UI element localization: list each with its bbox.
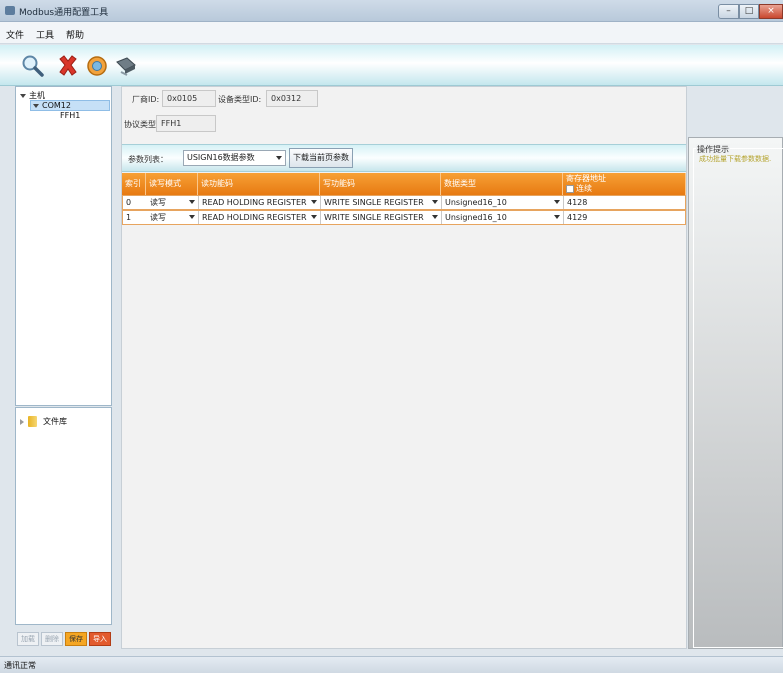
app-window: Modbus通用配置工具 – □ × 文件 工具 帮助 主机 COM12 FFH… (0, 0, 783, 673)
minimize-button[interactable]: – (718, 4, 739, 19)
dropdown-arrow-icon (276, 156, 282, 160)
menu-help[interactable]: 帮助 (66, 28, 84, 41)
protocol-type-label: 协议类型: (124, 120, 159, 129)
table-row[interactable]: 0 读写 READ HOLDING REGISTER WRITE SINGLE … (122, 195, 686, 210)
tree-node-protocol[interactable]: FFH1 (60, 111, 80, 120)
continuous-checkbox-wrap[interactable]: 连续 (566, 184, 685, 194)
cell-mode-value: 读写 (150, 213, 166, 222)
param-list-label: 参数列表： (128, 155, 168, 164)
cell-read-select[interactable]: READ HOLDING REGISTER (199, 196, 321, 209)
delete-icon[interactable] (55, 53, 81, 79)
download-page-button[interactable]: 下载当前页参数 (289, 148, 353, 168)
menu-bar: 文件 工具 帮助 (0, 22, 783, 44)
cell-read-value: READ HOLDING REGISTER (202, 198, 307, 207)
toolbar (0, 45, 783, 86)
import-button[interactable]: 导入 (89, 632, 111, 646)
cell-write-select[interactable]: WRITE SINGLE REGISTER (321, 196, 442, 209)
save-button[interactable]: 保存 (65, 632, 87, 646)
table-row[interactable]: 1 读写 READ HOLDING REGISTER WRITE SINGLE … (122, 210, 686, 225)
file-library-panel: 文件库 (15, 407, 112, 625)
param-list-select[interactable]: USIGN16数据参数 (183, 150, 286, 166)
remove-button[interactable]: 删除 (41, 632, 63, 646)
menu-file[interactable]: 文件 (6, 28, 24, 41)
cell-address[interactable]: 4128 (564, 196, 685, 209)
device-tree-panel: 主机 COM12 FFH1 (15, 86, 112, 406)
title-bar: Modbus通用配置工具 – □ × (0, 0, 783, 22)
cell-mode-select[interactable]: 读写 (147, 211, 199, 224)
status-bar: 通讯正常 (0, 656, 783, 673)
cell-type-value: Unsigned16_10 (445, 213, 507, 222)
hint-panel: 操作提示 成功批量下载参数数据. (688, 137, 783, 649)
search-icon[interactable] (20, 53, 46, 79)
col-header-index[interactable]: 索引 (122, 173, 146, 195)
dropdown-arrow-icon (432, 200, 438, 204)
hint-frame (693, 148, 783, 648)
cell-mode-value: 读写 (150, 198, 166, 207)
continuous-label: 连续 (576, 184, 592, 193)
status-text: 通讯正常 (4, 661, 36, 670)
cell-address[interactable]: 4129 (564, 211, 685, 224)
dropdown-arrow-icon (554, 215, 560, 219)
hint-message: 成功批量下载参数数据. (699, 155, 772, 163)
load-button[interactable]: 加载 (17, 632, 39, 646)
cell-type-select[interactable]: Unsigned16_10 (442, 211, 564, 224)
device-type-label: 设备类型ID: (218, 95, 262, 104)
download-icon[interactable] (113, 53, 139, 79)
expand-arrow-icon[interactable] (20, 93, 26, 98)
cell-write-value: WRITE SINGLE REGISTER (324, 213, 424, 222)
maximize-button[interactable]: □ (739, 4, 759, 19)
app-icon (5, 6, 15, 15)
cell-write-select[interactable]: WRITE SINGLE REGISTER (321, 211, 442, 224)
connect-icon[interactable] (84, 53, 110, 79)
dropdown-arrow-icon (432, 215, 438, 219)
dropdown-arrow-icon (189, 215, 195, 219)
dropdown-arrow-icon (554, 200, 560, 204)
dropdown-arrow-icon (189, 200, 195, 204)
library-label: 文件库 (43, 417, 67, 426)
window-title: Modbus通用配置工具 (19, 8, 109, 18)
library-node[interactable]: 文件库 (20, 416, 67, 427)
menu-tools[interactable]: 工具 (36, 28, 54, 41)
folder-icon (28, 416, 37, 427)
cell-read-select[interactable]: READ HOLDING REGISTER (199, 211, 321, 224)
cell-type-value: Unsigned16_10 (445, 198, 507, 207)
cell-index[interactable]: 0 (123, 196, 147, 209)
cell-write-value: WRITE SINGLE REGISTER (324, 198, 424, 207)
col-header-type[interactable]: 数据类型 (441, 173, 563, 195)
dropdown-arrow-icon (311, 215, 317, 219)
dropdown-arrow-icon (311, 200, 317, 204)
col-header-mode[interactable]: 读写模式 (146, 173, 198, 195)
expand-arrow-icon[interactable] (33, 103, 39, 108)
col-header-address[interactable]: 寄存器地址 连续 (563, 173, 686, 195)
tree-node-port-label: COM12 (42, 101, 71, 110)
col-header-write[interactable]: 写功能码 (320, 173, 441, 195)
close-button[interactable]: × (759, 4, 783, 19)
cell-index[interactable]: 1 (123, 211, 147, 224)
device-type-field: 0x0312 (266, 90, 318, 107)
col-header-address-label: 寄存器地址 (566, 174, 606, 183)
vendor-id-field: 0x0105 (162, 90, 216, 107)
cell-type-select[interactable]: Unsigned16_10 (442, 196, 564, 209)
tree-node-port[interactable]: COM12 (30, 100, 110, 111)
tree-node-host-label: 主机 (29, 91, 45, 100)
vendor-id-label: 厂商ID: (132, 95, 160, 104)
param-bar: 参数列表： USIGN16数据参数 下载当前页参数 (122, 144, 686, 172)
cell-read-value: READ HOLDING REGISTER (202, 213, 307, 222)
col-header-read[interactable]: 读功能码 (198, 173, 320, 195)
main-panel: 厂商ID: 0x0105 设备类型ID: 0x0312 协议类型: FFH1 参… (121, 86, 687, 649)
continuous-checkbox[interactable] (566, 184, 574, 193)
collapsed-arrow-icon[interactable] (20, 418, 24, 425)
param-list-value: USIGN16数据参数 (187, 153, 255, 162)
protocol-type-field: FFH1 (156, 115, 216, 132)
cell-mode-select[interactable]: 读写 (147, 196, 199, 209)
